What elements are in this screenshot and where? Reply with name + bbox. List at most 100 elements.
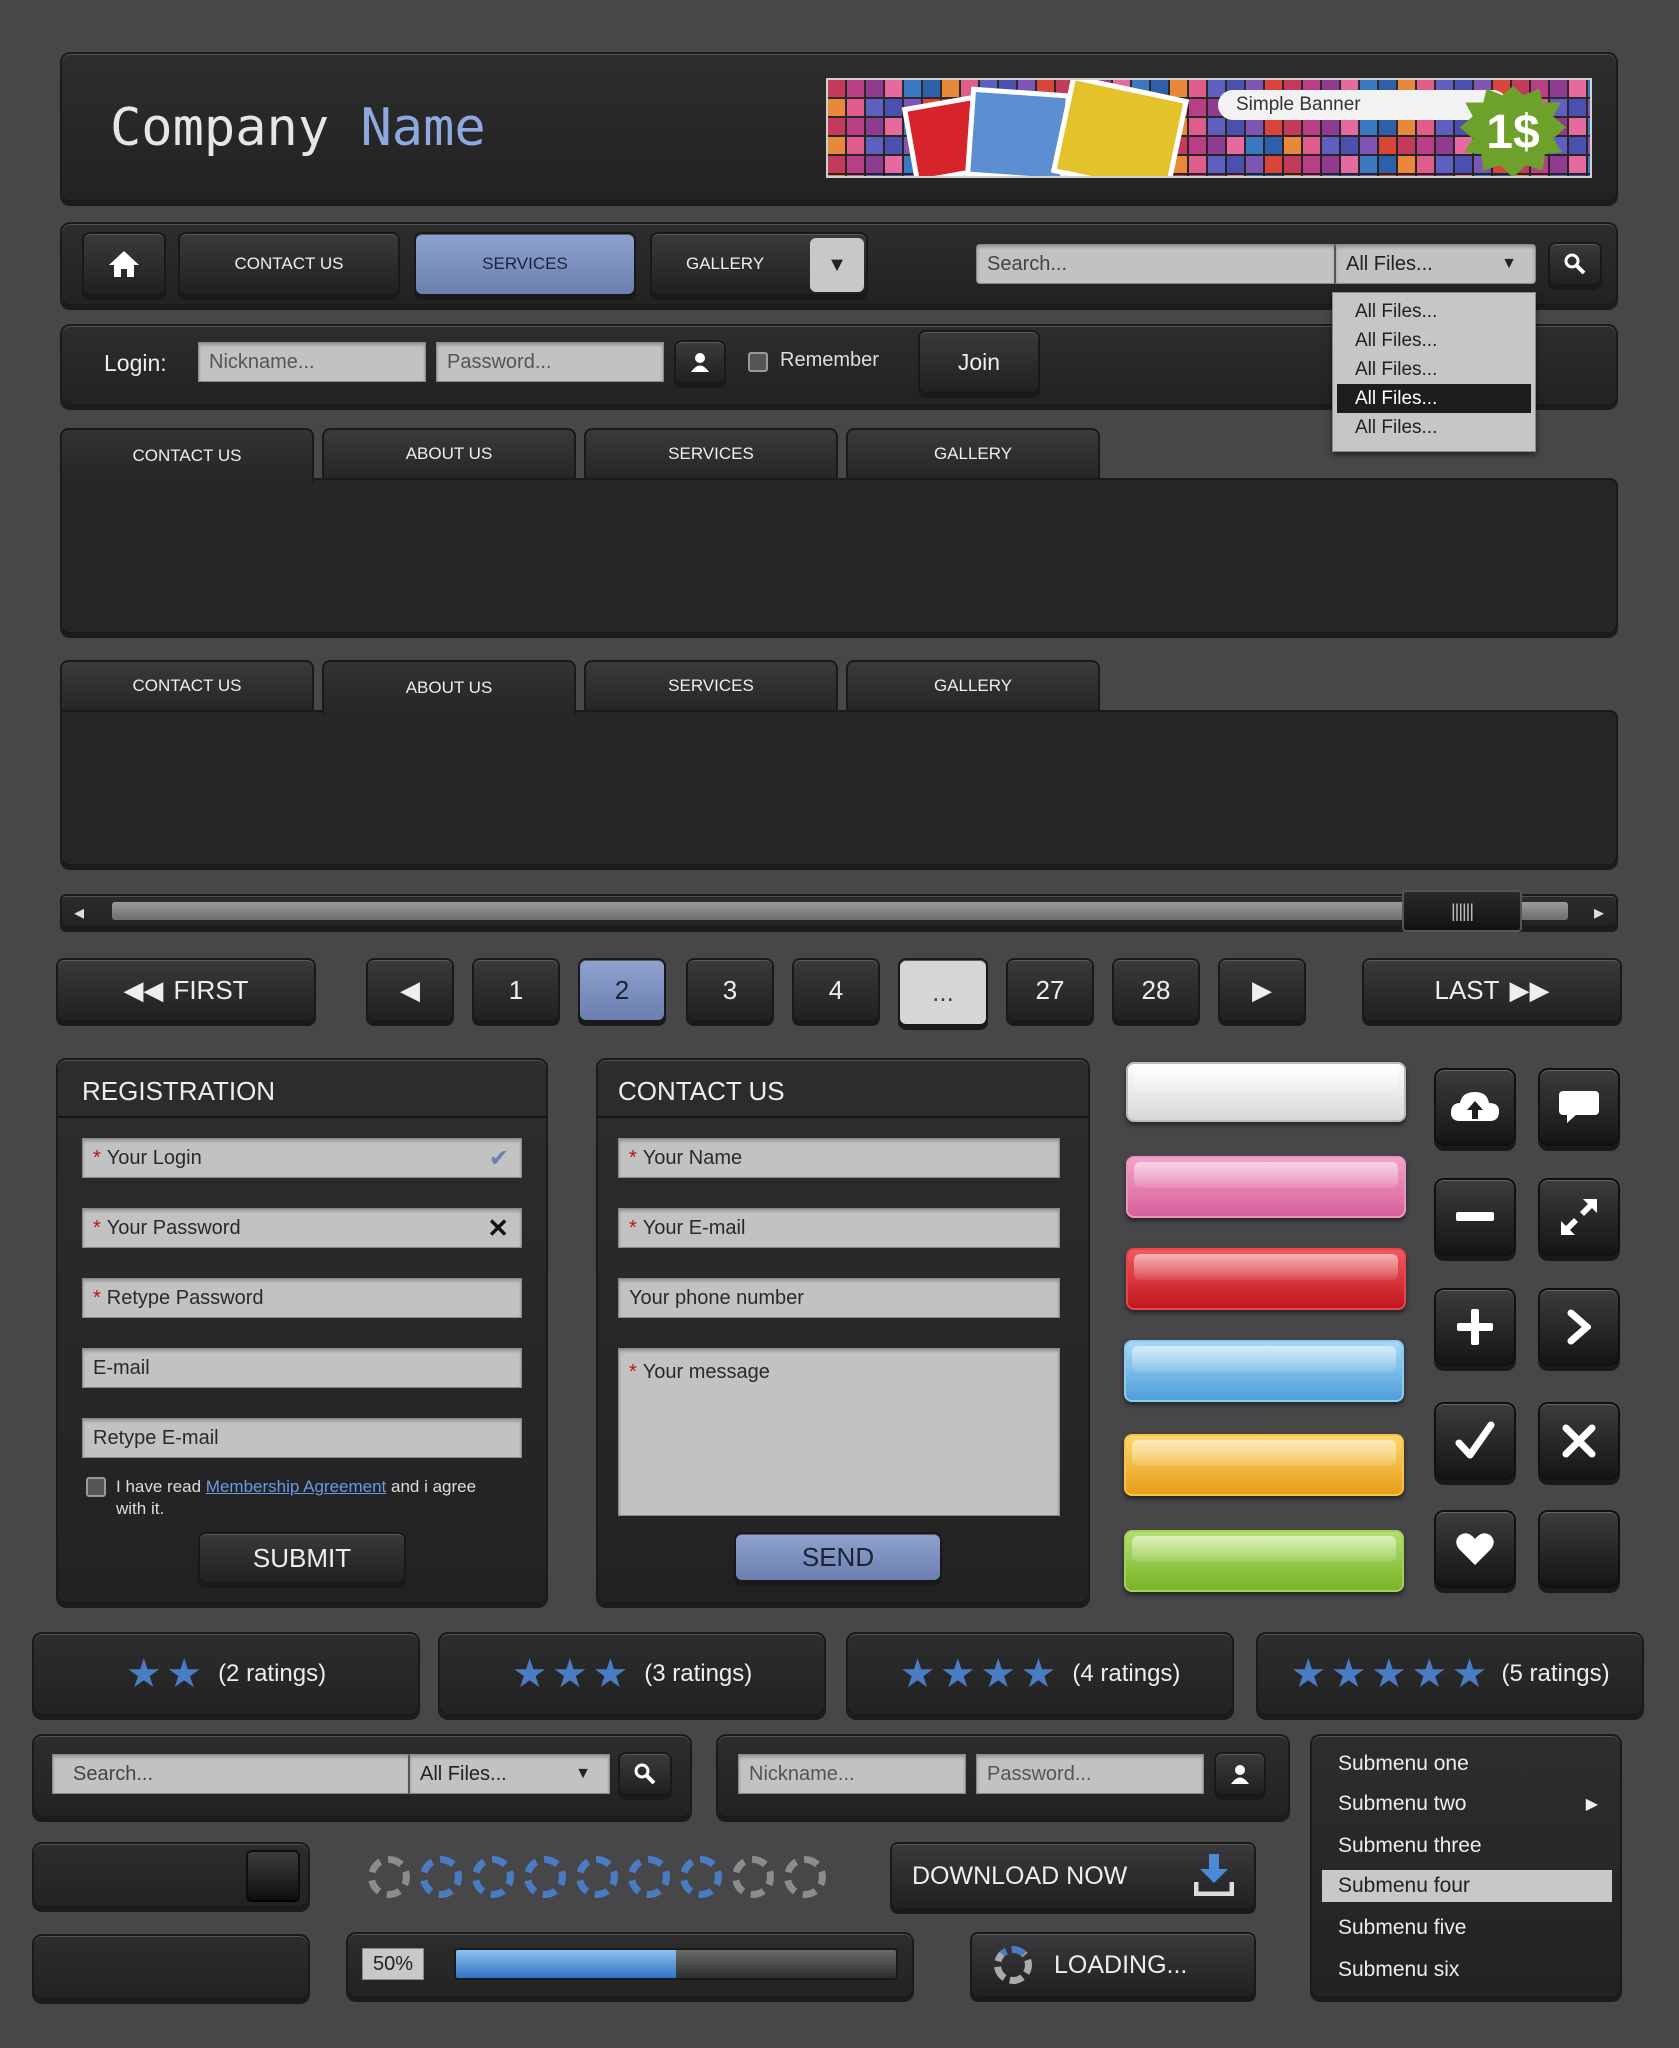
loader-ring xyxy=(420,1856,462,1898)
tab1-about-us[interactable]: ABOUT US xyxy=(322,428,576,478)
banner[interactable]: Simple Banner 1$ xyxy=(826,78,1592,178)
horizontal-scrollbar[interactable]: ◂ |||||| ▸ xyxy=(60,890,1618,932)
scroll-left-icon[interactable]: ◂ xyxy=(74,900,84,925)
dropdown-option[interactable]: All Files... xyxy=(1333,326,1535,355)
mosaic-tile xyxy=(1417,118,1434,135)
tab2-gallery[interactable]: GALLERY xyxy=(846,660,1100,710)
tab2-contact-us[interactable]: CONTACT US xyxy=(60,660,314,710)
dropdown-option[interactable]: All Files... xyxy=(1333,297,1535,326)
mosaic-tile xyxy=(1398,175,1415,176)
tab1-services[interactable]: SERVICES xyxy=(584,428,838,478)
page-1[interactable]: 1 xyxy=(472,958,560,1022)
login-password-input[interactable]: Password... xyxy=(436,342,664,382)
minus-button[interactable] xyxy=(1434,1178,1516,1256)
login2-nickname-input[interactable]: Nickname... xyxy=(738,1754,966,1794)
search2-input[interactable]: Search... xyxy=(52,1754,410,1794)
page-27[interactable]: 27 xyxy=(1006,958,1094,1022)
remember-checkbox[interactable] xyxy=(748,352,768,372)
nav-services[interactable]: SERVICES xyxy=(414,232,636,296)
submit-button[interactable]: SUBMIT xyxy=(198,1532,406,1584)
mosaic-tile xyxy=(1265,118,1282,135)
submenu-item-one[interactable]: Submenu one xyxy=(1338,1752,1469,1776)
email-input[interactable]: E-mail xyxy=(82,1348,522,1388)
login2-user-button[interactable] xyxy=(1214,1752,1266,1796)
check-icon xyxy=(1455,1421,1495,1459)
gloss-button-green[interactable] xyxy=(1124,1530,1404,1592)
nav-search-button[interactable] xyxy=(1548,242,1602,286)
page-4[interactable]: 4 xyxy=(792,958,880,1022)
last-page-button[interactable]: LAST ▶▶ xyxy=(1362,958,1622,1022)
gloss-button-yellow[interactable] xyxy=(1124,1434,1404,1496)
page-28[interactable]: 28 xyxy=(1112,958,1200,1022)
loader-ring xyxy=(628,1856,670,1898)
heart-button[interactable] xyxy=(1434,1510,1516,1588)
scroll-right-icon[interactable]: ▸ xyxy=(1594,900,1604,925)
search2-button[interactable] xyxy=(618,1752,672,1796)
prev-page-button[interactable]: ◀ xyxy=(366,958,454,1022)
rating-box-3[interactable]: ★ ★ ★ (3 ratings) xyxy=(438,1632,826,1716)
login-nickname-input[interactable]: Nickname... xyxy=(198,342,426,382)
blank-button[interactable] xyxy=(1538,1510,1620,1588)
your-login-input[interactable]: * Your Login ✔ xyxy=(82,1138,522,1178)
rating-box-2[interactable]: ★ ★ (2 ratings) xyxy=(32,1632,420,1716)
phone-number-input[interactable]: Your phone number xyxy=(618,1278,1060,1318)
close-button[interactable] xyxy=(1538,1402,1620,1480)
tab1-gallery[interactable]: GALLERY xyxy=(846,428,1100,478)
required-asterisk: * xyxy=(629,1146,637,1169)
tab2-about-us[interactable]: ABOUT US xyxy=(322,660,576,714)
join-button[interactable]: Join xyxy=(918,330,1040,394)
search2-filter-select[interactable]: All Files... ▼ xyxy=(408,1754,610,1794)
plus-button[interactable] xyxy=(1434,1288,1516,1366)
tab2-services[interactable]: SERVICES xyxy=(584,660,838,710)
page-3[interactable]: 3 xyxy=(686,958,774,1022)
agree-checkbox[interactable] xyxy=(86,1477,106,1497)
expand-button[interactable] xyxy=(1538,1178,1620,1256)
membership-agreement-link[interactable]: Membership Agreement xyxy=(206,1477,386,1496)
your-email-input[interactable]: * Your E-mail xyxy=(618,1208,1060,1248)
login-user-button[interactable] xyxy=(674,340,726,384)
gallery-dropdown-toggle[interactable]: ▼ xyxy=(810,238,864,292)
scrollbar-track[interactable] xyxy=(112,902,1568,920)
dropdown-option[interactable]: All Files... xyxy=(1333,413,1535,442)
page-2-current[interactable]: 2 xyxy=(578,958,666,1022)
first-page-button[interactable]: ◀◀ FIRST xyxy=(56,958,316,1022)
check-button[interactable] xyxy=(1434,1402,1516,1480)
submenu-item-five[interactable]: Submenu five xyxy=(1338,1916,1466,1940)
gloss-button-white[interactable] xyxy=(1126,1062,1406,1122)
rating-box-5[interactable]: ★ ★ ★ ★ ★ (5 ratings) xyxy=(1256,1632,1644,1716)
dropdown-option-selected[interactable]: All Files... xyxy=(1337,384,1531,413)
submenu-item-two[interactable]: Submenu two ▶ xyxy=(1338,1792,1598,1816)
mosaic-tile xyxy=(1227,156,1244,173)
dropdown-option[interactable]: All Files... xyxy=(1333,355,1535,384)
login2-password-input[interactable]: Password... xyxy=(976,1754,1204,1794)
retype-email-input[interactable]: Retype E-mail xyxy=(82,1418,522,1458)
toggle-switch-1[interactable] xyxy=(32,1842,310,1908)
your-password-input[interactable]: * Your Password ✕ xyxy=(82,1208,522,1248)
send-button[interactable]: SEND xyxy=(734,1532,942,1582)
gloss-button-pink[interactable] xyxy=(1126,1156,1406,1218)
nav-contact-us[interactable]: CONTACT US xyxy=(178,232,400,296)
nav-filter-select[interactable]: All Files... ▼ xyxy=(1334,244,1536,284)
retype-password-input[interactable]: * Retype Password xyxy=(82,1278,522,1318)
scrollbar-thumb[interactable]: |||||| xyxy=(1402,890,1522,932)
nav-gallery[interactable]: GALLERY ▼ xyxy=(650,232,868,296)
rating-box-4[interactable]: ★ ★ ★ ★ (4 ratings) xyxy=(846,1632,1234,1716)
toggle-switch-2[interactable] xyxy=(32,1934,310,2000)
download-now-button[interactable]: DOWNLOAD NOW xyxy=(890,1842,1256,1910)
submenu-item-three[interactable]: Submenu three xyxy=(1338,1834,1482,1858)
tab1-contact-us[interactable]: CONTACT US xyxy=(60,428,314,482)
message-textarea[interactable]: * Your message xyxy=(618,1348,1060,1516)
home-button[interactable] xyxy=(82,232,166,296)
filter-dropdown-list: All Files... All Files... All Files... A… xyxy=(1332,292,1536,452)
gloss-button-red[interactable] xyxy=(1126,1248,1406,1310)
next-arrow-button[interactable] xyxy=(1538,1288,1620,1366)
submenu-item-four-selected[interactable]: Submenu four xyxy=(1322,1870,1612,1902)
submenu-item-six[interactable]: Submenu six xyxy=(1338,1958,1459,1982)
next-page-button[interactable]: ▶ xyxy=(1218,958,1306,1022)
nav-search-input[interactable]: Search... xyxy=(976,244,1336,284)
speech-bubble-button[interactable] xyxy=(1538,1068,1620,1146)
cloud-upload-button[interactable] xyxy=(1434,1068,1516,1146)
your-name-input[interactable]: * Your Name xyxy=(618,1138,1060,1178)
gloss-button-blue[interactable] xyxy=(1124,1340,1404,1402)
toggle-knob[interactable] xyxy=(246,1850,300,1900)
